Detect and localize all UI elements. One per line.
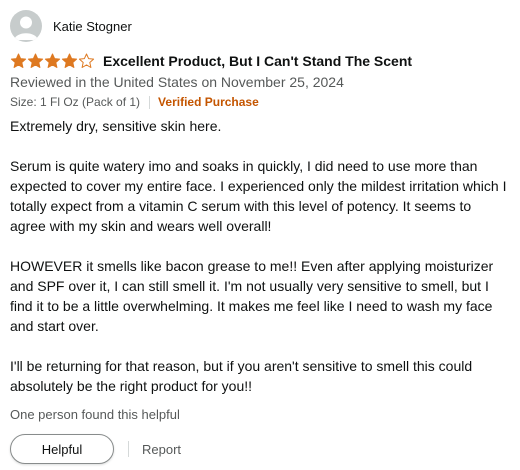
- review-body: Extremely dry, sensitive skin here. Seru…: [10, 116, 510, 396]
- avatar-icon: [10, 10, 42, 42]
- helpful-button[interactable]: Helpful: [10, 434, 114, 464]
- star-filled-icon: [61, 53, 78, 68]
- review-title[interactable]: Excellent Product, But I Can't Stand The…: [103, 53, 412, 69]
- review-title-row: Excellent Product, But I Can't Stand The…: [10, 52, 515, 69]
- report-link[interactable]: Report: [142, 442, 181, 457]
- star-empty-icon: [78, 53, 95, 68]
- reviewer-profile[interactable]: Katie Stogner: [10, 10, 515, 42]
- review-paragraph: I'll be returning for that reason, but i…: [10, 358, 473, 394]
- variant-link[interactable]: Size: 1 Fl Oz (Pack of 1): [10, 94, 140, 110]
- star-filled-icon: [27, 53, 44, 68]
- star-filled-icon: [44, 53, 61, 68]
- review-date: Reviewed in the United States on Novembe…: [10, 74, 344, 90]
- review-meta: Size: 1 Fl Oz (Pack of 1) Verified Purch…: [10, 94, 515, 110]
- actions-divider: [128, 441, 129, 457]
- review-paragraph: Serum is quite watery imo and soaks in q…: [10, 158, 507, 234]
- reviewer-name[interactable]: Katie Stogner: [53, 19, 132, 34]
- star-filled-icon: [10, 53, 27, 68]
- review-paragraph: HOWEVER it smells like bacon grease to m…: [10, 258, 494, 334]
- review-paragraph: Extremely dry, sensitive skin here.: [10, 118, 222, 134]
- review-card: Katie Stogner Excellent Product, But I C…: [10, 10, 515, 464]
- verified-purchase-badge: Verified Purchase: [158, 95, 259, 109]
- meta-divider: [149, 95, 151, 109]
- review-actions: Helpful Report: [10, 434, 515, 464]
- helpful-count: One person found this helpful: [10, 407, 180, 422]
- star-rating[interactable]: [10, 53, 95, 69]
